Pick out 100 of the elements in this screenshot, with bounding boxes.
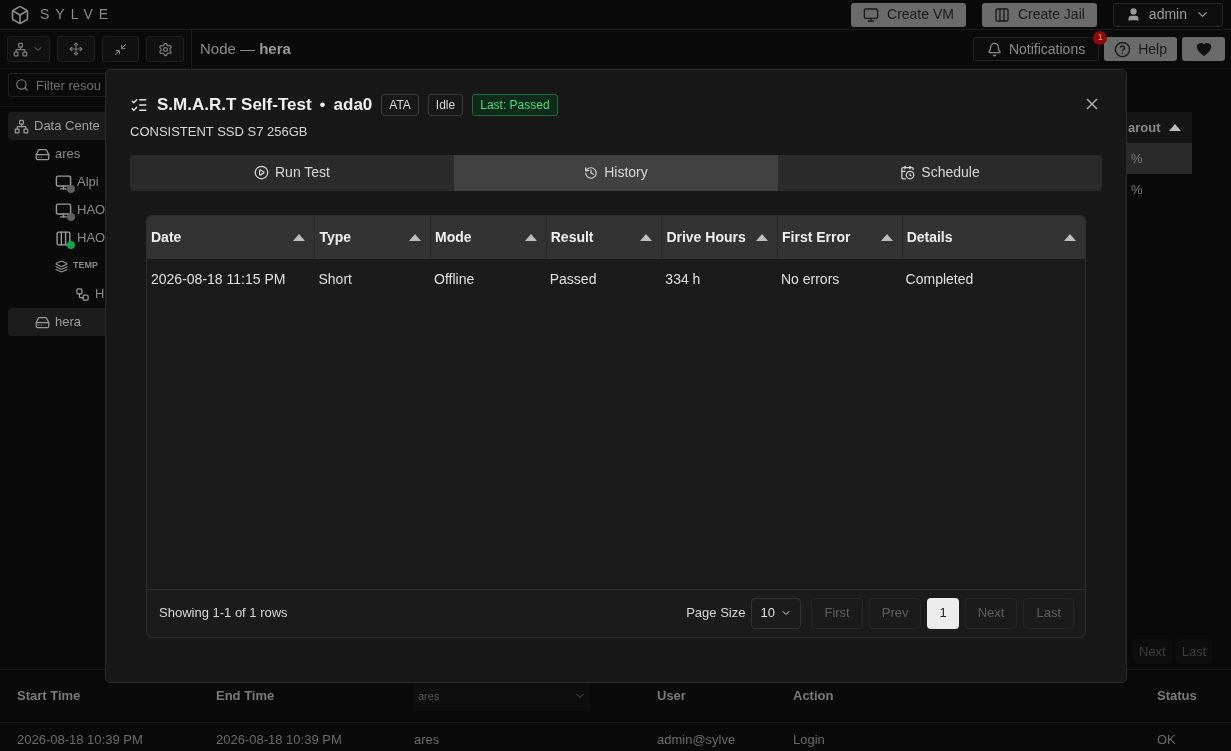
breadcrumb: Node — hera bbox=[200, 38, 291, 59]
column-header: User bbox=[657, 687, 686, 706]
table-cell: admin@sylve bbox=[657, 732, 736, 747]
tree-label: H bbox=[95, 285, 105, 304]
page-button[interactable]: 1 bbox=[927, 597, 959, 629]
calendar-icon bbox=[900, 165, 916, 180]
collapse-button[interactable] bbox=[102, 36, 139, 62]
table-cell: 2026-08-18 10:39 PM bbox=[216, 732, 342, 747]
table-cell-text: Offline bbox=[434, 270, 475, 289]
tree-item[interactable]: H bbox=[8, 280, 105, 308]
tab[interactable]: Run Test bbox=[130, 154, 454, 191]
bell-icon bbox=[986, 41, 1002, 57]
tree-item[interactable]: HAO bbox=[8, 196, 105, 224]
table-cell-text: 2026-08-18 11:15 PM bbox=[151, 270, 286, 289]
table-cell-text: No errors bbox=[780, 270, 840, 289]
tree-item[interactable]: HAO bbox=[8, 224, 105, 252]
network-icon bbox=[75, 286, 90, 302]
sort-icon[interactable] bbox=[524, 233, 537, 241]
column-header: Type bbox=[319, 227, 352, 247]
table-cell: 2026-08-18 10:39 PM bbox=[17, 732, 143, 747]
tree-item[interactable]: Alpi bbox=[8, 168, 105, 196]
server-icon bbox=[35, 314, 50, 330]
column-header: Action bbox=[793, 687, 834, 706]
column-header: Status bbox=[1157, 687, 1197, 706]
notifications-button[interactable]: Notifications bbox=[972, 37, 1100, 61]
user-icon bbox=[1125, 7, 1141, 22]
tab[interactable]: History bbox=[454, 154, 778, 191]
expand-button[interactable] bbox=[57, 36, 95, 62]
play-icon bbox=[254, 165, 269, 180]
table-cell: Login bbox=[793, 732, 825, 747]
monitor-icon bbox=[55, 173, 72, 191]
brand-name: SYLVE bbox=[40, 5, 115, 24]
column-header: Mode bbox=[435, 227, 472, 247]
donate-button[interactable] bbox=[1182, 37, 1225, 61]
table-cell: ares bbox=[414, 732, 440, 747]
network-icon bbox=[13, 41, 28, 57]
tree-label: TEMP bbox=[73, 259, 98, 273]
column-header: arout bbox=[1128, 118, 1161, 137]
table-cell: OK bbox=[1157, 732, 1176, 747]
help-button[interactable]: Help bbox=[1104, 37, 1177, 61]
checklist-icon bbox=[130, 96, 148, 114]
tab[interactable]: Schedule bbox=[778, 154, 1102, 191]
monitor-icon bbox=[863, 6, 879, 23]
tree-label: Data Cente bbox=[34, 117, 100, 136]
settings-button[interactable] bbox=[146, 36, 184, 62]
tree-item[interactable]: Data Cente bbox=[8, 112, 105, 140]
tree-view-button[interactable] bbox=[7, 36, 50, 62]
table-cell: % bbox=[1127, 143, 1192, 174]
grid-icon bbox=[993, 6, 1010, 23]
column-header: First Error bbox=[782, 227, 851, 247]
column-header: Start Time bbox=[17, 687, 81, 706]
tree-item[interactable]: ares bbox=[8, 140, 105, 168]
table-cell-text: Short bbox=[318, 270, 352, 289]
filter-field[interactable]: Filter resou bbox=[8, 73, 105, 97]
notification-badge: 1 bbox=[1093, 31, 1108, 45]
disk-name: ada0 bbox=[333, 94, 373, 117]
column-header: Date bbox=[151, 227, 182, 247]
tree-label: HAO bbox=[77, 229, 106, 248]
settings-icon bbox=[157, 41, 173, 57]
status-badge: Last: Passed bbox=[472, 94, 558, 116]
column-header: Result bbox=[550, 227, 594, 247]
dialog-title: S.M.A.R.T Self-Test bbox=[157, 94, 312, 117]
create-button[interactable]: Create VM bbox=[851, 2, 966, 27]
row-count: Showing 1-1 of 1 rows bbox=[159, 604, 288, 623]
status-badge: ATA bbox=[381, 94, 419, 116]
table-cell-text: Completed bbox=[905, 270, 974, 289]
move-icon bbox=[69, 42, 83, 56]
disk-model: CONSISTENT SSD S7 256GB bbox=[130, 123, 309, 141]
status-badge: Idle bbox=[427, 94, 464, 116]
column-header: Details bbox=[906, 227, 953, 247]
sort-icon[interactable] bbox=[293, 233, 306, 241]
sort-icon[interactable] bbox=[1064, 233, 1076, 241]
history-icon bbox=[584, 165, 599, 180]
monitor-icon bbox=[55, 201, 72, 219]
cube-logo-icon bbox=[10, 4, 30, 25]
help-icon bbox=[1114, 40, 1132, 58]
tree-label: hera bbox=[55, 313, 82, 332]
sort-icon[interactable] bbox=[880, 233, 893, 241]
table-cell-text: Passed bbox=[549, 270, 597, 289]
column-header: Drive Hours bbox=[666, 227, 746, 247]
page-size-select[interactable]: 10 bbox=[751, 597, 802, 629]
tree-label: ares bbox=[55, 145, 81, 164]
server-icon bbox=[35, 146, 50, 162]
network-icon bbox=[14, 118, 29, 134]
tree-label: Alpi bbox=[77, 173, 99, 192]
tree-item[interactable]: hera bbox=[8, 308, 105, 336]
tree-item[interactable]: TEMP bbox=[8, 252, 105, 280]
search-icon bbox=[15, 78, 29, 92]
shrink-icon bbox=[114, 42, 127, 56]
sort-icon[interactable] bbox=[640, 233, 653, 241]
sort-icon[interactable] bbox=[756, 233, 768, 241]
separator-dot: • bbox=[319, 94, 326, 117]
create-button[interactable]: Create Jail bbox=[981, 2, 1097, 27]
user-menu-button[interactable]: admin bbox=[1112, 2, 1223, 27]
heart-icon bbox=[1195, 41, 1212, 57]
page-size-label: Page Size bbox=[686, 604, 746, 623]
tree-label: HAO bbox=[77, 201, 106, 220]
layers-icon bbox=[55, 259, 68, 273]
sort-icon[interactable] bbox=[1168, 124, 1181, 131]
sort-icon[interactable] bbox=[409, 233, 422, 241]
